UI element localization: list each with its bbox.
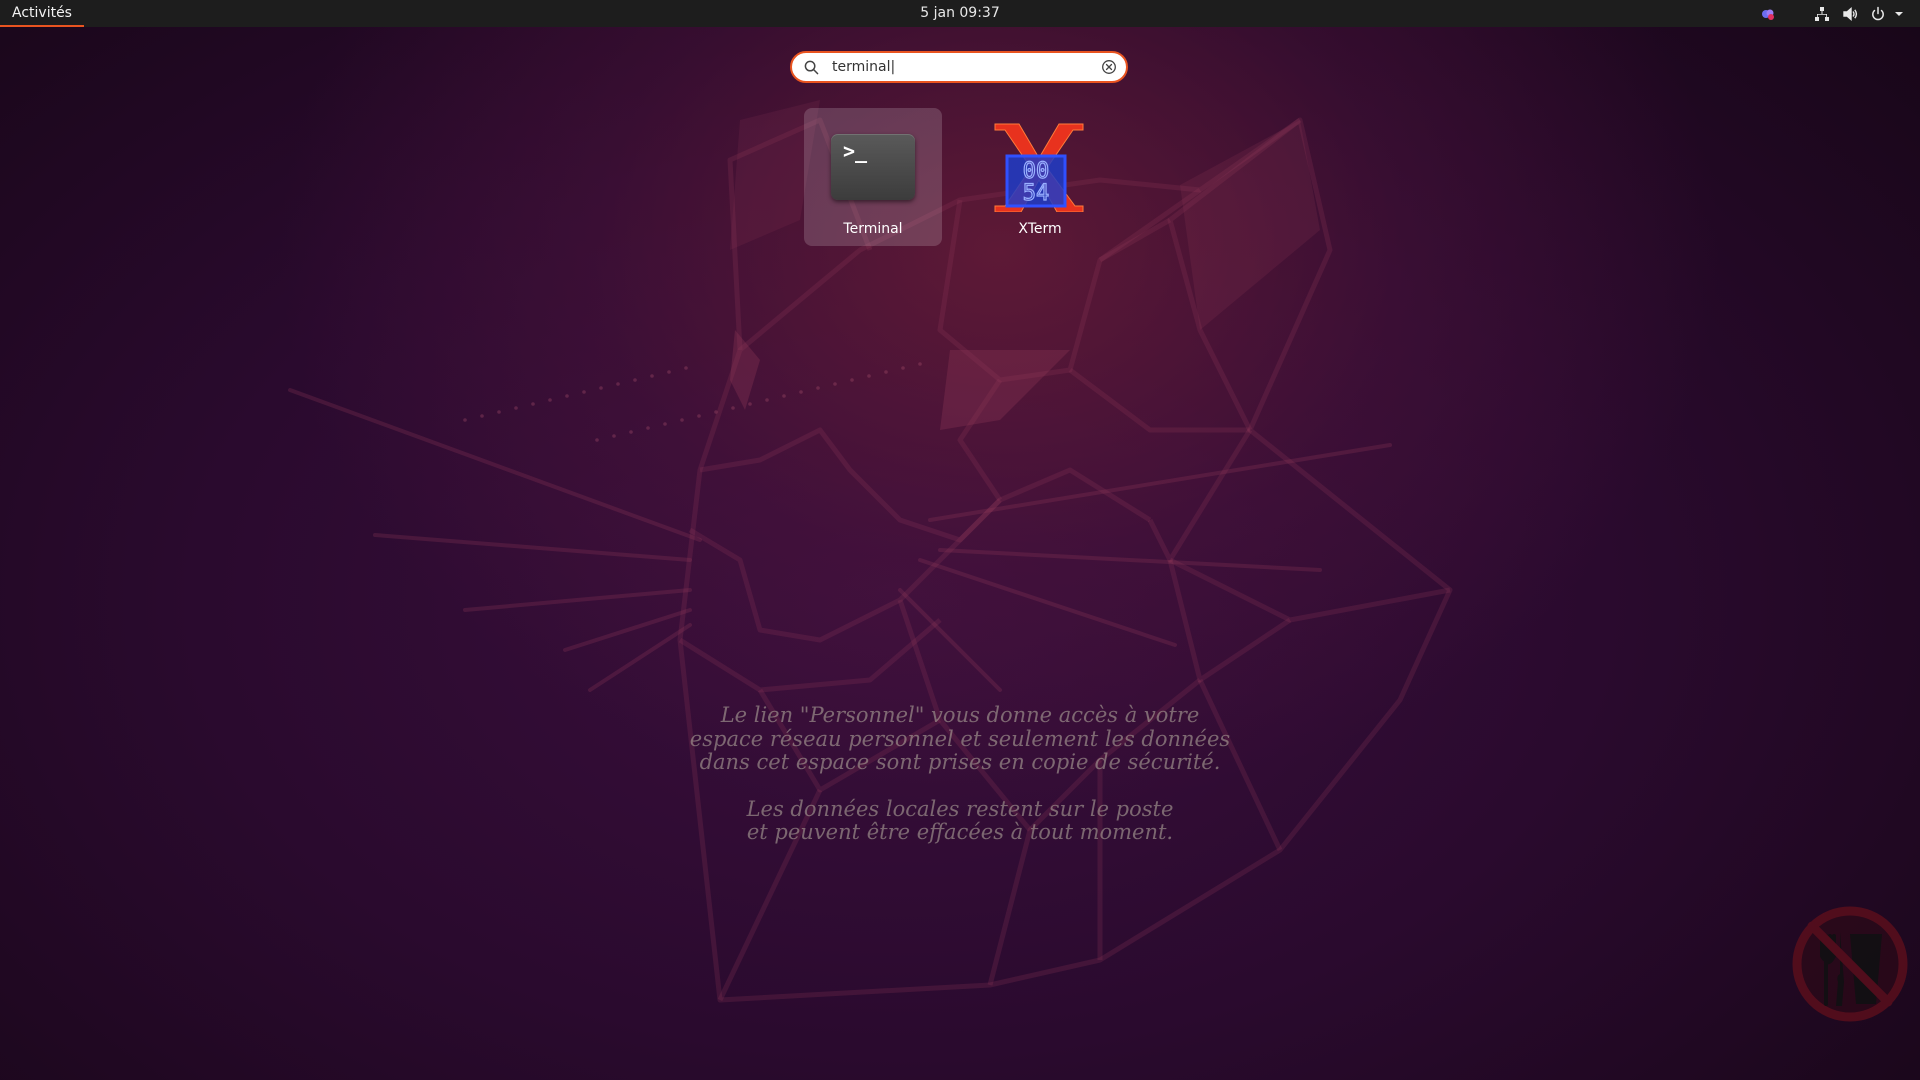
app-indicator-icon[interactable] (1760, 6, 1776, 22)
terminal-app-icon: >_ (831, 134, 915, 200)
wallpaper-art (288, 100, 1453, 1003)
activities-button[interactable]: Activités (0, 0, 84, 27)
clock-label[interactable]: 5 jan 09:37 (920, 5, 1000, 21)
xterm-app-icon: 00 54 (994, 123, 1084, 212)
no-food-drink-icon (1792, 906, 1908, 1022)
result-label: XTerm (1018, 221, 1062, 237)
xterm-icon-digits-bottom: 54 (1023, 181, 1050, 206)
top-bar: Activités 5 jan 09:37 (0, 0, 1920, 27)
notice-line: Les données locales restent sur le poste (746, 796, 1174, 821)
notice-line: Le lien "Personnel" vous donne accès à v… (720, 703, 1200, 727)
notice-line: espace réseau personnel et seulement les… (689, 726, 1231, 751)
search-input[interactable] (832, 55, 1082, 79)
notice-line: et peuvent être effacées à tout moment. (746, 820, 1174, 844)
chevron-down-icon[interactable] (1894, 6, 1904, 22)
system-tray (1748, 0, 1904, 27)
volume-icon[interactable] (1842, 6, 1858, 22)
clear-search-icon[interactable] (1101, 59, 1117, 75)
notice-line: dans cet espace sont prises en copie de … (699, 750, 1221, 774)
clock: 5 jan 09:37 (0, 0, 1920, 27)
wallpaper-notice: Le lien "Personnel" vous donne accès à v… (560, 703, 1360, 845)
terminal-prompt-glyph: >_ (843, 139, 868, 163)
result-xterm[interactable]: 00 54 XTerm (971, 108, 1109, 246)
result-label: Terminal (843, 221, 903, 237)
search-icon (804, 60, 819, 75)
power-icon[interactable] (1870, 6, 1886, 22)
network-icon[interactable] (1814, 6, 1830, 22)
result-terminal[interactable]: >_ Terminal (804, 108, 942, 246)
search-box[interactable] (790, 51, 1128, 83)
desktop: Activités 5 jan 09:37 terminal| >_ Termi… (0, 0, 1920, 1080)
